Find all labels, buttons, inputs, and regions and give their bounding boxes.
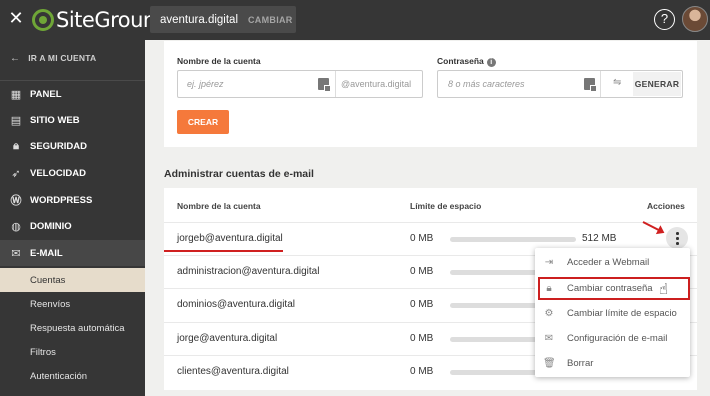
arrow-left-icon: ← [10, 52, 21, 64]
sidebar-subitem-autoresponder[interactable]: Respuesta automática [0, 316, 145, 340]
login-icon: ⇥ [544, 257, 554, 268]
gauge-icon: ⚙ [544, 308, 554, 319]
row-used-space: 0 MB [410, 333, 434, 344]
row-email: jorge@aventura.digital [177, 333, 278, 344]
sidebar-item-label: VELOCIDAD [30, 167, 86, 179]
annotation-underline [164, 250, 283, 252]
back-to-account-link[interactable]: ← IR A MI CUENTA [0, 48, 145, 68]
password-field[interactable]: 8 o más caracteres ⇋ GENERAR [437, 70, 683, 98]
menu-item-delete[interactable]: 🗑︎ Borrar [535, 351, 690, 376]
row-used-space: 0 MB [410, 299, 434, 310]
row-email: administracion@aventura.digital [177, 266, 320, 277]
sidebar-item-email[interactable]: ✉ E-MAIL [0, 240, 145, 266]
contact-card-icon[interactable] [584, 78, 597, 92]
sidebar-subitem-authentication[interactable]: Autenticación [0, 364, 145, 388]
sidebar-item-panel[interactable]: ▦ PANEL [0, 81, 145, 107]
website-icon: ▤ [10, 114, 22, 127]
row-email: dominios@aventura.digital [177, 299, 295, 310]
account-name-label: Nombre de la cuenta [177, 56, 261, 66]
menu-item-label: Borrar [567, 358, 594, 369]
account-name-field[interactable]: ej. jpérez @aventura.digital [177, 70, 423, 98]
menu-item-label: Configuración de e-mail [567, 333, 668, 344]
password-label-row: Contraseña i [437, 56, 496, 67]
create-button[interactable]: CREAR [177, 110, 229, 134]
logo-mark-icon [32, 9, 54, 31]
row-used-space: 0 MB [410, 233, 434, 244]
sidebar-subitem-filters[interactable]: Filtros [0, 340, 145, 364]
menu-item-label: Cambiar límite de espacio [567, 308, 677, 319]
mail-settings-icon: ✉ [544, 333, 554, 344]
hand-cursor-icon: ☝ [659, 281, 669, 298]
avatar[interactable] [682, 6, 708, 32]
globe-icon: ◍ [11, 220, 21, 233]
password-placeholder: 8 o más caracteres [448, 79, 525, 89]
domain-selector[interactable]: aventura.digital CAMBIAR [150, 6, 296, 33]
sidebar-item-label: E-MAIL [30, 247, 63, 259]
sidebar-item-security[interactable]: 🔒︎ SEGURIDAD [0, 133, 145, 159]
actions-menu: ⇥ Acceder a Webmail 🔒︎ Cambiar contraseñ… [535, 248, 690, 377]
menu-item-change-limit[interactable]: ⚙ Cambiar límite de espacio [535, 301, 690, 326]
dot [676, 232, 679, 235]
sidebar-subitem-forwarders[interactable]: Reenvíos [0, 292, 145, 316]
sidebar-item-domain[interactable]: ◍ DOMINIO [0, 213, 145, 239]
help-icon[interactable]: ? [654, 9, 675, 30]
speed-icon: ➶ [11, 167, 21, 180]
sidebar: ← IR A MI CUENTA ▦ PANEL ▤ SITIO WEB 🔒︎ … [0, 40, 145, 396]
header-account-name: Nombre de la cuenta [177, 201, 261, 211]
mail-icon: ✉ [11, 247, 21, 260]
info-icon[interactable]: i [486, 58, 496, 67]
field-separator [335, 71, 336, 97]
lock-icon: 🔒︎ [13, 139, 19, 152]
wordpress-icon: Ⓦ [10, 195, 22, 207]
sidebar-item-label: SEGURIDAD [30, 140, 88, 152]
sidebar-item-label: DOMINIO [30, 220, 72, 232]
field-separator [600, 71, 601, 97]
dot [676, 242, 679, 245]
row-space-limit: 512 MB [582, 233, 617, 244]
close-icon[interactable]: ✕ [6, 8, 26, 28]
manage-accounts-title: Administrar cuentas de e-mail [164, 168, 314, 180]
menu-item-webmail[interactable]: ⇥ Acceder a Webmail [535, 250, 690, 275]
generate-password-button[interactable]: GENERAR [633, 72, 681, 96]
menu-item-label: Acceder a Webmail [567, 257, 650, 268]
row-email: clientes@aventura.digital [177, 366, 289, 377]
account-name-placeholder: ej. jpérez [187, 79, 224, 89]
account-domain-suffix: @aventura.digital [341, 79, 412, 89]
current-domain: aventura.digital [160, 13, 238, 26]
grid-icon: ▦ [10, 88, 22, 101]
usage-progress-bar [450, 237, 576, 242]
sidebar-item-speed[interactable]: ➶ VELOCIDAD [0, 160, 145, 186]
password-label: Contraseña [437, 56, 484, 66]
sidebar-item-website[interactable]: ▤ SITIO WEB [0, 107, 145, 133]
kebab-menu-button[interactable] [666, 227, 688, 249]
row-used-space: 0 MB [410, 366, 434, 377]
dot [676, 237, 679, 240]
menu-item-email-settings[interactable]: ✉ Configuración de e-mail [535, 326, 690, 351]
show-password-icon[interactable]: ⇋ [613, 77, 621, 88]
siteground-logo[interactable]: SiteGround [32, 7, 169, 33]
change-domain-button[interactable]: CAMBIAR [248, 15, 293, 25]
sidebar-item-label: SITIO WEB [30, 114, 80, 126]
trash-icon: 🗑︎ [543, 358, 556, 369]
sidebar-item-label: PANEL [30, 88, 62, 100]
row-used-space: 0 MB [410, 266, 434, 277]
contact-card-icon[interactable] [318, 78, 331, 92]
sidebar-item-wordpress[interactable]: Ⓦ WORDPRESS [0, 187, 145, 213]
back-to-account-label: IR A MI CUENTA [28, 53, 97, 63]
sidebar-item-label: WORDPRESS [30, 194, 93, 206]
header-actions: Acciones [647, 201, 685, 211]
header-space-limit: Límite de espacio [410, 201, 482, 211]
sidebar-subitem-accounts[interactable]: Cuentas [0, 268, 145, 292]
row-email: jorgeb@aventura.digital [177, 233, 283, 244]
top-bar: ✕ SiteGround aventura.digital CAMBIAR ? [0, 0, 710, 40]
